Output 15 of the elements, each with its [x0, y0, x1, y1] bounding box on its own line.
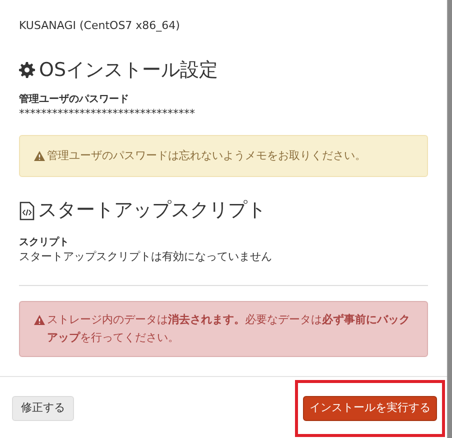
install-button[interactable]: インストールを実行する	[303, 396, 437, 421]
edit-button[interactable]: 修正する	[12, 396, 74, 421]
section-heading: スタートアップスクリプト	[38, 199, 266, 223]
alert-message: 管理ユーザのパスワードは忘れないようメモをお取りください。	[47, 148, 366, 164]
os-value: KUSANAGI (CentOS7 x86_64)	[19, 18, 181, 34]
alert-message: ストレージ内のデータは消去されます。必要なデータは必ず事前にバックアップを行ってください。	[47, 312, 411, 346]
field-value: スタートアップスクリプトは有効になっていません	[19, 250, 273, 264]
field-label: スクリプト	[19, 235, 70, 250]
code-file-icon	[19, 200, 35, 221]
warning-icon	[34, 314, 45, 324]
section-heading: OSインストール設定	[39, 58, 218, 82]
gear-icon	[19, 62, 35, 78]
field-label: 管理ユーザのパスワード	[19, 92, 130, 108]
warning-icon	[34, 151, 45, 161]
field-value: ********************************	[19, 107, 196, 121]
